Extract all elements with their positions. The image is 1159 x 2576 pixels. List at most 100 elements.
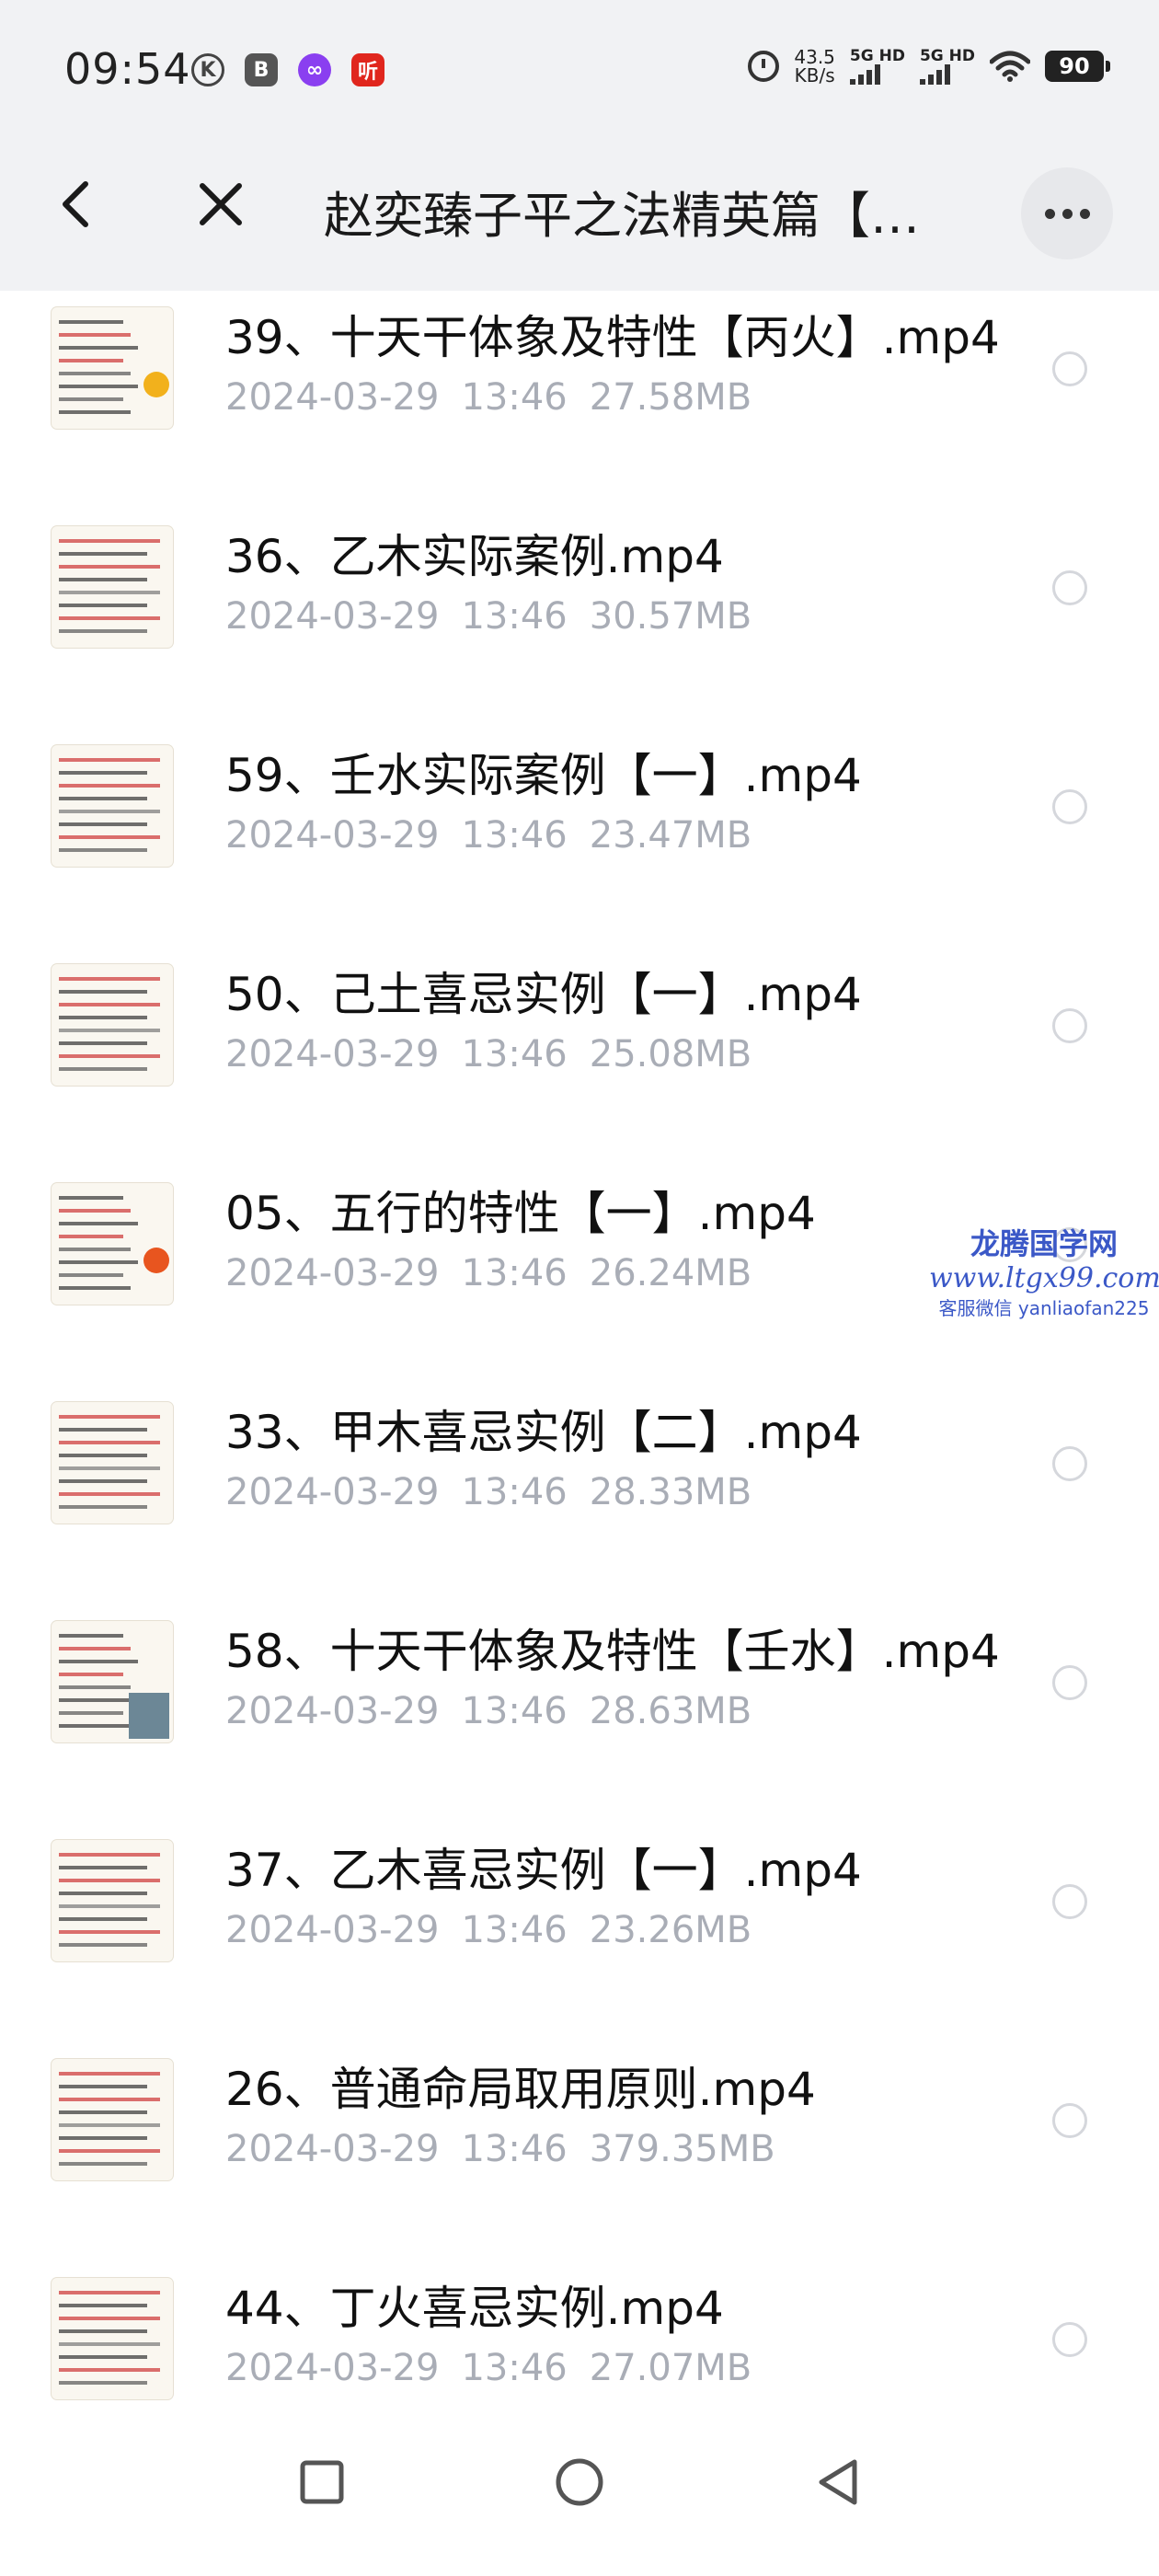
file-name: 26、普通命局取用原则.mp4 [225, 2063, 816, 2116]
recents-button[interactable] [285, 2445, 359, 2519]
select-radio[interactable] [1052, 2322, 1087, 2357]
alarm-icon [748, 51, 780, 82]
network-speed-value: 43.5 [794, 46, 835, 68]
navigation-bar [0, 2401, 1159, 2576]
file-time: 13:46 [461, 2128, 568, 2170]
file-date: 2024-03-29 [225, 1909, 440, 1951]
file-meta: 2024-03-29 13:46 27.07MB [225, 2347, 774, 2389]
more-dot-icon [1079, 208, 1090, 219]
back-nav-button[interactable] [800, 2445, 874, 2519]
file-row[interactable]: 44、丁火喜忌实例.mp4 2024-03-29 13:46 27.07MB [0, 2169, 1159, 2399]
file-time: 13:46 [461, 1690, 568, 1732]
file-row[interactable]: 58、十天干体象及特性【壬水】.mp4 2024-03-29 13:46 28.63M… [0, 1512, 1159, 1742]
file-name: 37、乙木喜忌实例【一】.mp4 [225, 1844, 862, 1897]
file-time: 13:46 [461, 1909, 568, 1951]
file-size: 25.08MB [589, 1033, 752, 1075]
file-meta: 2024-03-29 13:46 23.47MB [225, 814, 774, 857]
network-speed-unit: KB/s [794, 64, 835, 86]
file-time: 13:46 [461, 595, 568, 638]
watermark-name: 龙腾国学网 [970, 1226, 1118, 1261]
status-app-icons: K B ∞ 听 [191, 53, 384, 86]
more-dot-icon [1044, 208, 1055, 219]
file-name: 44、丁火喜忌实例.mp4 [225, 2282, 724, 2335]
video-thumbnail [52, 2278, 173, 2399]
video-thumbnail [52, 745, 173, 867]
page-title: 赵奕臻子平之法精英篇【… [324, 187, 920, 245]
file-name: 59、壬水实际案例【一】.mp4 [225, 749, 862, 802]
video-thumbnail [52, 2059, 173, 2180]
signal-2-label: 5G HD [919, 47, 975, 65]
home-button[interactable] [543, 2445, 616, 2519]
file-row[interactable]: 37、乙木喜忌实例【一】.mp4 2024-03-29 13:46 23.26MB [0, 1731, 1159, 1961]
file-name: 33、甲木喜忌实例【二】.mp4 [225, 1406, 862, 1459]
file-date: 2024-03-29 [225, 376, 440, 419]
signal-2-bars-icon [919, 64, 950, 85]
more-options-button[interactable] [1021, 167, 1113, 259]
file-size: 26.24MB [589, 1252, 752, 1294]
file-list: 39、十天干体象及特性【丙火】.mp4 2024-03-29 13:46 27.58M… [0, 291, 1159, 2401]
video-thumbnail [52, 964, 173, 1086]
video-thumbnail [52, 1183, 173, 1305]
circle-icon [556, 2458, 603, 2506]
file-date: 2024-03-29 [225, 1471, 440, 1513]
close-button[interactable] [193, 177, 248, 232]
network-speed: 43.5 KB/s [794, 48, 835, 85]
select-radio[interactable] [1052, 351, 1087, 386]
status-right: 43.5 KB/s 5G HD 5G HD 90 [748, 47, 1110, 85]
file-time: 13:46 [461, 2347, 568, 2389]
video-thumbnail [52, 526, 173, 648]
file-date: 2024-03-29 [225, 1690, 440, 1732]
file-row[interactable]: 33、甲木喜忌实例【二】.mp4 2024-03-29 13:46 28.33MB [0, 1294, 1159, 1524]
b-app-icon: B [245, 53, 278, 86]
file-date: 2024-03-29 [225, 1252, 440, 1294]
select-radio[interactable] [1052, 1884, 1087, 1919]
signal-2: 5G HD [919, 47, 975, 85]
file-row[interactable]: 39、十天干体象及特性【丙火】.mp4 2024-03-29 13:46 27.58M… [0, 291, 1159, 429]
video-thumbnail [52, 1621, 173, 1742]
file-size: 23.47MB [589, 814, 752, 857]
watermark-url: www.ltgx99.com [929, 1262, 1159, 1294]
file-name: 39、十天干体象及特性【丙火】.mp4 [225, 311, 1000, 364]
file-name: 36、乙木实际案例.mp4 [225, 530, 724, 583]
listen-app-icon: 听 [351, 53, 384, 86]
watermark: 龙腾国学网 www.ltgx99.com 客服微信 yanliaofan225 [929, 1225, 1159, 1321]
battery-indicator: 90 [1045, 51, 1110, 82]
status-bar: 09:54 K B ∞ 听 43.5 KB/s 5G HD 5G HD 90 [0, 0, 1159, 116]
file-size: 27.58MB [589, 376, 752, 419]
video-thumbnail [52, 1402, 173, 1524]
select-radio[interactable] [1052, 789, 1087, 824]
file-time: 13:46 [461, 376, 568, 419]
video-thumbnail [52, 307, 173, 429]
chevron-left-icon [63, 181, 88, 227]
file-date: 2024-03-29 [225, 1033, 440, 1075]
file-row[interactable]: 59、壬水实际案例【一】.mp4 2024-03-29 13:46 23.47MB [0, 637, 1159, 867]
file-name: 50、己土喜忌实例【一】.mp4 [225, 968, 862, 1021]
file-row[interactable]: 36、乙木实际案例.mp4 2024-03-29 13:46 30.57MB [0, 418, 1159, 648]
file-size: 30.57MB [589, 595, 752, 638]
file-date: 2024-03-29 [225, 595, 440, 638]
select-radio[interactable] [1052, 570, 1087, 605]
file-size: 27.07MB [589, 2347, 752, 2389]
file-meta: 2024-03-29 13:46 28.33MB [225, 1471, 774, 1513]
select-radio[interactable] [1052, 2103, 1087, 2138]
file-size: 28.63MB [589, 1690, 752, 1732]
file-time: 13:46 [461, 1033, 568, 1075]
select-radio[interactable] [1052, 1446, 1087, 1481]
file-time: 13:46 [461, 814, 568, 857]
select-radio[interactable] [1052, 1665, 1087, 1700]
file-row[interactable]: 26、普通命局取用原则.mp4 2024-03-29 13:46 379.35MB [0, 1950, 1159, 2180]
video-thumbnail [52, 1840, 173, 1961]
k-icon: K [191, 53, 224, 86]
file-name: 05、五行的特性【一】.mp4 [225, 1187, 816, 1240]
back-button[interactable] [48, 177, 103, 232]
triangle-back-icon [819, 2459, 857, 2505]
file-meta: 2024-03-29 13:46 23.26MB [225, 1909, 774, 1951]
signal-1-label: 5G HD [849, 47, 905, 65]
select-radio[interactable] [1052, 1008, 1087, 1043]
loop-app-icon: ∞ [298, 53, 331, 86]
file-date: 2024-03-29 [225, 2128, 440, 2170]
file-size: 28.33MB [589, 1471, 752, 1513]
header-bar: 赵奕臻子平之法精英篇【… [0, 116, 1159, 291]
file-row[interactable]: 50、己土喜忌实例【一】.mp4 2024-03-29 13:46 25.08MB [0, 856, 1159, 1086]
file-size: 379.35MB [589, 2128, 775, 2170]
